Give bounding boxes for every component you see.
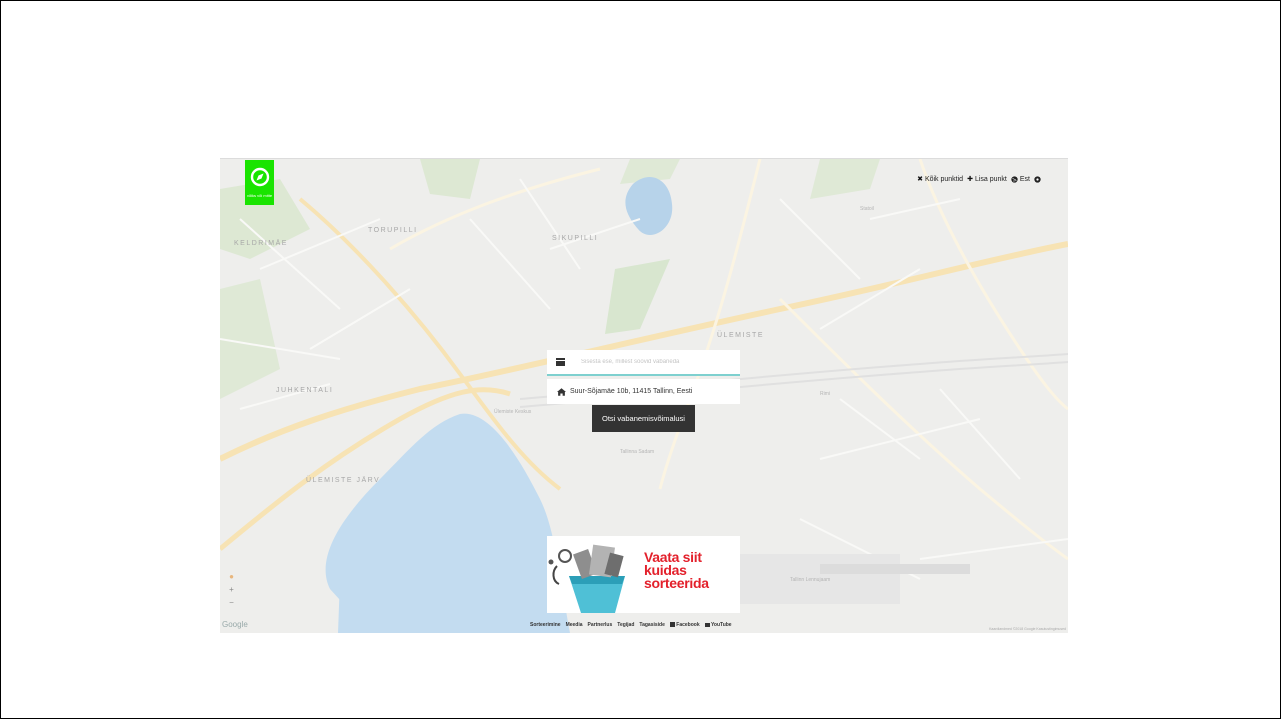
top-navigation: ✖ Kõik punktid ✚ Lisa punkt Est [917, 175, 1041, 183]
banner-heading: Vaata siit kuidas sorteerida [644, 550, 709, 591]
archive-icon [556, 358, 565, 366]
language-link[interactable]: Est [1011, 176, 1030, 183]
footer-links: Sorteerimine Meedia Partnerlus Tegijad T… [530, 622, 732, 628]
map-poi: Tallinna Sadam [620, 449, 655, 455]
plus-icon: ✚ [967, 176, 973, 183]
settings-button[interactable] [1034, 175, 1041, 183]
gear-icon [1034, 175, 1041, 183]
sorting-banner[interactable]: Vaata siit kuidas sorteerida [547, 536, 740, 613]
footer-link-sorteerimine[interactable]: Sorteerimine [530, 622, 561, 628]
search-disposal-button[interactable]: Otsi vabanemisvõimalusi [592, 405, 695, 432]
all-points-link[interactable]: ✖ Kõik punktid [917, 175, 964, 184]
map-label-sikupilli: SIKUPILLI [552, 235, 599, 242]
all-points-label: Kõik punktid [924, 175, 964, 183]
footer-link-tegijad[interactable]: Tegijad [617, 622, 634, 628]
map-poi: Rimi [820, 391, 830, 397]
map-label-ulemiste-jarv: ÜLEMISTE JÄRV [306, 477, 381, 484]
map-poi: Tallinn Lennujaam [790, 577, 831, 583]
banner-line: sorteerida [644, 575, 709, 591]
map-terms[interactable]: Kaardiandmed ©2018 Google Kasutustingimu… [989, 627, 1066, 631]
google-wordmark[interactable]: Google [222, 620, 248, 629]
map-poi: Ülemiste Keskus [494, 409, 532, 415]
footer-link-meedia[interactable]: Meedia [566, 622, 583, 628]
facebook-label: Facebook [676, 622, 700, 628]
language-label: Est [1019, 175, 1030, 183]
item-search-box [547, 350, 740, 376]
site-logo[interactable]: võiks või mitte [245, 160, 274, 205]
logo-text: võiks või mitte [246, 193, 273, 198]
footer-link-youtube[interactable]: YouTube [704, 622, 732, 628]
zoom-in-button[interactable]: + [227, 583, 236, 596]
map[interactable]: KELDRIMÄE TORUPILLI SIKUPILLI JUHKENTALI… [220, 158, 1068, 633]
home-icon [557, 387, 566, 396]
add-point-label: Lisa punkt [974, 175, 1007, 183]
youtube-icon [704, 623, 710, 627]
footer-link-partnerlus[interactable]: Partnerlus [588, 622, 613, 628]
add-point-link[interactable]: ✚ Lisa punkt [967, 175, 1007, 184]
youtube-label: YouTube [710, 622, 732, 628]
item-search-input[interactable] [579, 358, 733, 366]
map-label-juhkentali: JUHKENTALI [276, 387, 334, 394]
footer-link-facebook[interactable]: Facebook [669, 622, 700, 628]
map-poi: Statoil [860, 206, 874, 212]
map-zoom-controls: ● + − [227, 570, 236, 609]
address-text: Suur-Sõjamäe 10b, 11415 Tallinn, Eesti [570, 388, 693, 395]
map-label-ulemiste: ÜLEMISTE [717, 332, 765, 339]
footer-link-tagasiside[interactable]: Tagasiside [639, 622, 664, 628]
recycling-bin-illustration [548, 544, 625, 613]
facebook-icon [669, 622, 675, 627]
compass-icon [250, 167, 269, 187]
zoom-out-button[interactable]: − [227, 596, 236, 609]
browser-viewport: KELDRIMÄE TORUPILLI SIKUPILLI JUHKENTALI… [0, 0, 1281, 719]
pegman-icon[interactable]: ● [227, 570, 236, 583]
address-field[interactable]: Suur-Sõjamäe 10b, 11415 Tallinn, Eesti [547, 379, 740, 404]
map-label-torupilli: TORUPILLI [368, 227, 418, 234]
globe-icon [1011, 175, 1018, 183]
close-icon: ✖ [917, 176, 923, 183]
map-label-keldrimae: KELDRIMÄE [234, 240, 288, 247]
